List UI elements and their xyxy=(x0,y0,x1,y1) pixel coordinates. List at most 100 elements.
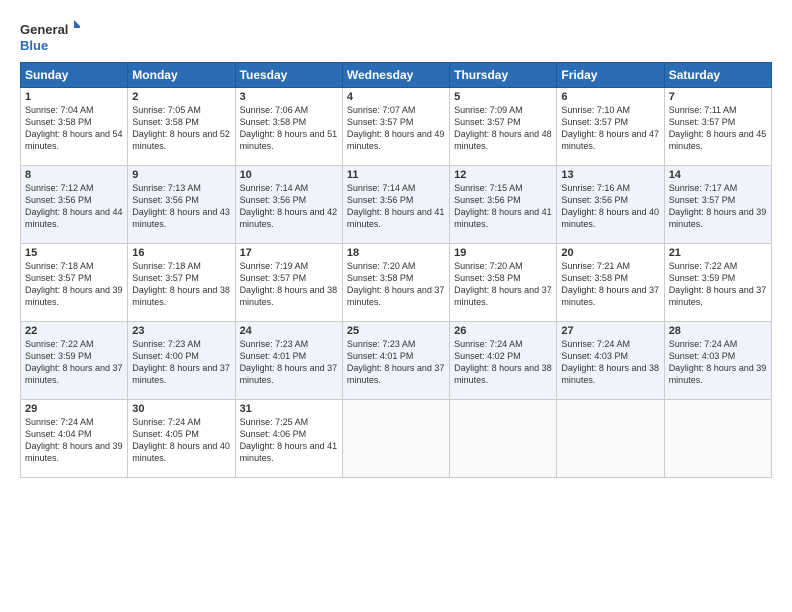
day-info: Sunrise: 7:16 AMSunset: 3:56 PMDaylight:… xyxy=(561,183,659,229)
day-info: Sunrise: 7:06 AMSunset: 3:58 PMDaylight:… xyxy=(240,105,338,151)
day-number: 8 xyxy=(25,169,123,181)
cell-week2-day3: 11 Sunrise: 7:14 AMSunset: 3:56 PMDayligh… xyxy=(342,166,449,244)
cell-week2-day1: 9Sunrise: 7:13 AMSunset: 3:56 PMDaylight… xyxy=(128,166,235,244)
page: General Blue SundayMondayTuesdayWednesda… xyxy=(0,0,792,612)
day-info: Sunrise: 7:24 AMSunset: 4:03 PMDaylight:… xyxy=(669,339,767,385)
day-number: 18 xyxy=(347,247,445,259)
cell-week5-day5 xyxy=(557,400,664,478)
day-number: 16 xyxy=(132,247,230,259)
day-number: 14 xyxy=(669,169,767,181)
day-info: Sunrise: 7:18 AMSunset: 3:57 PMDaylight:… xyxy=(132,261,230,307)
cell-week5-day2: 31 Sunrise: 7:25 AMSunset: 4:06 PMDayligh… xyxy=(235,400,342,478)
day-info: Sunrise: 7:11 AMSunset: 3:57 PMDaylight:… xyxy=(669,105,767,151)
cell-week3-day6: 21Sunrise: 7:22 AMSunset: 3:59 PMDayligh… xyxy=(664,244,771,322)
cell-week4-day4: 26Sunrise: 7:24 AMSunset: 4:02 PMDayligh… xyxy=(450,322,557,400)
day-number: 22 xyxy=(25,325,123,337)
cell-week1-day4: 5Sunrise: 7:09 AMSunset: 3:57 PMDaylight… xyxy=(450,88,557,166)
day-info: Sunrise: 7:23 AMSunset: 4:01 PMDaylight:… xyxy=(347,339,445,385)
day-number: 4 xyxy=(347,91,445,103)
calendar-table: SundayMondayTuesdayWednesdayThursdayFrid… xyxy=(20,62,772,478)
col-header-wednesday: Wednesday xyxy=(342,63,449,88)
day-number: 29 xyxy=(25,403,123,415)
cell-week1-day1: 2 Sunrise: 7:05 AMSunset: 3:58 PMDaylight… xyxy=(128,88,235,166)
day-number: 2 xyxy=(132,91,230,103)
day-info: Sunrise: 7:25 AMSunset: 4:06 PMDaylight:… xyxy=(240,417,338,463)
day-info: Sunrise: 7:20 AMSunset: 3:58 PMDaylight:… xyxy=(454,261,552,307)
day-number: 25 xyxy=(347,325,445,337)
day-number: 1 xyxy=(25,91,123,103)
day-number: 15 xyxy=(25,247,123,259)
day-number: 10 xyxy=(240,169,338,181)
cell-week5-day6 xyxy=(664,400,771,478)
day-number: 3 xyxy=(240,91,338,103)
day-info: Sunrise: 7:10 AMSunset: 3:57 PMDaylight:… xyxy=(561,105,659,151)
col-header-monday: Monday xyxy=(128,63,235,88)
cell-week3-day4: 19Sunrise: 7:20 AMSunset: 3:58 PMDayligh… xyxy=(450,244,557,322)
day-info: Sunrise: 7:20 AMSunset: 3:58 PMDaylight:… xyxy=(347,261,445,307)
day-number: 31 xyxy=(240,403,338,415)
cell-week3-day3: 18 Sunrise: 7:20 AMSunset: 3:58 PMDayligh… xyxy=(342,244,449,322)
cell-week2-day5: 13Sunrise: 7:16 AMSunset: 3:56 PMDayligh… xyxy=(557,166,664,244)
day-number: 12 xyxy=(454,169,552,181)
day-info: Sunrise: 7:22 AMSunset: 3:59 PMDaylight:… xyxy=(669,261,767,307)
cell-week1-day2: 3 Sunrise: 7:06 AMSunset: 3:58 PMDaylight… xyxy=(235,88,342,166)
cell-week3-day1: 16 Sunrise: 7:18 AMSunset: 3:57 PMDayligh… xyxy=(128,244,235,322)
svg-text:General: General xyxy=(20,22,68,37)
day-number: 27 xyxy=(561,325,659,337)
cell-week2-day4: 12 Sunrise: 7:15 AMSunset: 3:56 PMDayligh… xyxy=(450,166,557,244)
cell-week1-day0: 1 Sunrise: 7:04 AMSunset: 3:58 PMDaylight… xyxy=(21,88,128,166)
day-number: 11 xyxy=(347,169,445,181)
day-info: Sunrise: 7:05 AMSunset: 3:58 PMDaylight:… xyxy=(132,105,230,151)
day-info: Sunrise: 7:24 AMSunset: 4:04 PMDaylight:… xyxy=(25,417,123,463)
cell-week4-day0: 22 Sunrise: 7:22 AMSunset: 3:59 PMDayligh… xyxy=(21,322,128,400)
cell-week2-day6: 14 Sunrise: 7:17 AMSunset: 3:57 PMDayligh… xyxy=(664,166,771,244)
day-number: 7 xyxy=(669,91,767,103)
cell-week4-day3: 25 Sunrise: 7:23 AMSunset: 4:01 PMDayligh… xyxy=(342,322,449,400)
day-info: Sunrise: 7:23 AMSunset: 4:00 PMDaylight:… xyxy=(132,339,230,385)
cell-week3-day5: 20Sunrise: 7:21 AMSunset: 3:58 PMDayligh… xyxy=(557,244,664,322)
day-info: Sunrise: 7:04 AMSunset: 3:58 PMDaylight:… xyxy=(25,105,123,151)
logo: General Blue xyxy=(20,18,80,56)
col-header-sunday: Sunday xyxy=(21,63,128,88)
day-info: Sunrise: 7:23 AMSunset: 4:01 PMDaylight:… xyxy=(240,339,338,385)
day-info: Sunrise: 7:17 AMSunset: 3:57 PMDaylight:… xyxy=(669,183,767,229)
day-info: Sunrise: 7:24 AMSunset: 4:03 PMDaylight:… xyxy=(561,339,659,385)
day-number: 20 xyxy=(561,247,659,259)
day-number: 28 xyxy=(669,325,767,337)
cell-week4-day1: 23 Sunrise: 7:23 AMSunset: 4:00 PMDayligh… xyxy=(128,322,235,400)
svg-text:Blue: Blue xyxy=(20,38,48,53)
day-info: Sunrise: 7:18 AMSunset: 3:57 PMDaylight:… xyxy=(25,261,123,307)
cell-week1-day3: 4Sunrise: 7:07 AMSunset: 3:57 PMDaylight… xyxy=(342,88,449,166)
day-info: Sunrise: 7:24 AMSunset: 4:02 PMDaylight:… xyxy=(454,339,552,385)
col-header-thursday: Thursday xyxy=(450,63,557,88)
day-number: 6 xyxy=(561,91,659,103)
col-header-saturday: Saturday xyxy=(664,63,771,88)
cell-week4-day5: 27 Sunrise: 7:24 AMSunset: 4:03 PMDayligh… xyxy=(557,322,664,400)
day-info: Sunrise: 7:15 AMSunset: 3:56 PMDaylight:… xyxy=(454,183,552,229)
day-info: Sunrise: 7:09 AMSunset: 3:57 PMDaylight:… xyxy=(454,105,552,151)
week-row-3: 15 Sunrise: 7:18 AMSunset: 3:57 PMDayligh… xyxy=(21,244,772,322)
day-number: 23 xyxy=(132,325,230,337)
day-info: Sunrise: 7:14 AMSunset: 3:56 PMDaylight:… xyxy=(240,183,338,229)
day-info: Sunrise: 7:19 AMSunset: 3:57 PMDaylight:… xyxy=(240,261,338,307)
week-row-2: 8Sunrise: 7:12 AMSunset: 3:56 PMDaylight… xyxy=(21,166,772,244)
day-number: 17 xyxy=(240,247,338,259)
cell-week4-day6: 28 Sunrise: 7:24 AMSunset: 4:03 PMDayligh… xyxy=(664,322,771,400)
col-header-tuesday: Tuesday xyxy=(235,63,342,88)
week-row-1: 1 Sunrise: 7:04 AMSunset: 3:58 PMDaylight… xyxy=(21,88,772,166)
day-number: 24 xyxy=(240,325,338,337)
day-number: 9 xyxy=(132,169,230,181)
cell-week1-day5: 6 Sunrise: 7:10 AMSunset: 3:57 PMDaylight… xyxy=(557,88,664,166)
week-row-5: 29 Sunrise: 7:24 AMSunset: 4:04 PMDayligh… xyxy=(21,400,772,478)
col-header-friday: Friday xyxy=(557,63,664,88)
logo-svg: General Blue xyxy=(20,18,80,56)
day-info: Sunrise: 7:14 AMSunset: 3:56 PMDaylight:… xyxy=(347,183,445,229)
day-number: 30 xyxy=(132,403,230,415)
cell-week2-day0: 8Sunrise: 7:12 AMSunset: 3:56 PMDaylight… xyxy=(21,166,128,244)
header: General Blue xyxy=(20,18,772,56)
day-info: Sunrise: 7:22 AMSunset: 3:59 PMDaylight:… xyxy=(25,339,123,385)
cell-week3-day0: 15 Sunrise: 7:18 AMSunset: 3:57 PMDayligh… xyxy=(21,244,128,322)
cell-week4-day2: 24 Sunrise: 7:23 AMSunset: 4:01 PMDayligh… xyxy=(235,322,342,400)
cell-week5-day0: 29 Sunrise: 7:24 AMSunset: 4:04 PMDayligh… xyxy=(21,400,128,478)
cell-week5-day3 xyxy=(342,400,449,478)
